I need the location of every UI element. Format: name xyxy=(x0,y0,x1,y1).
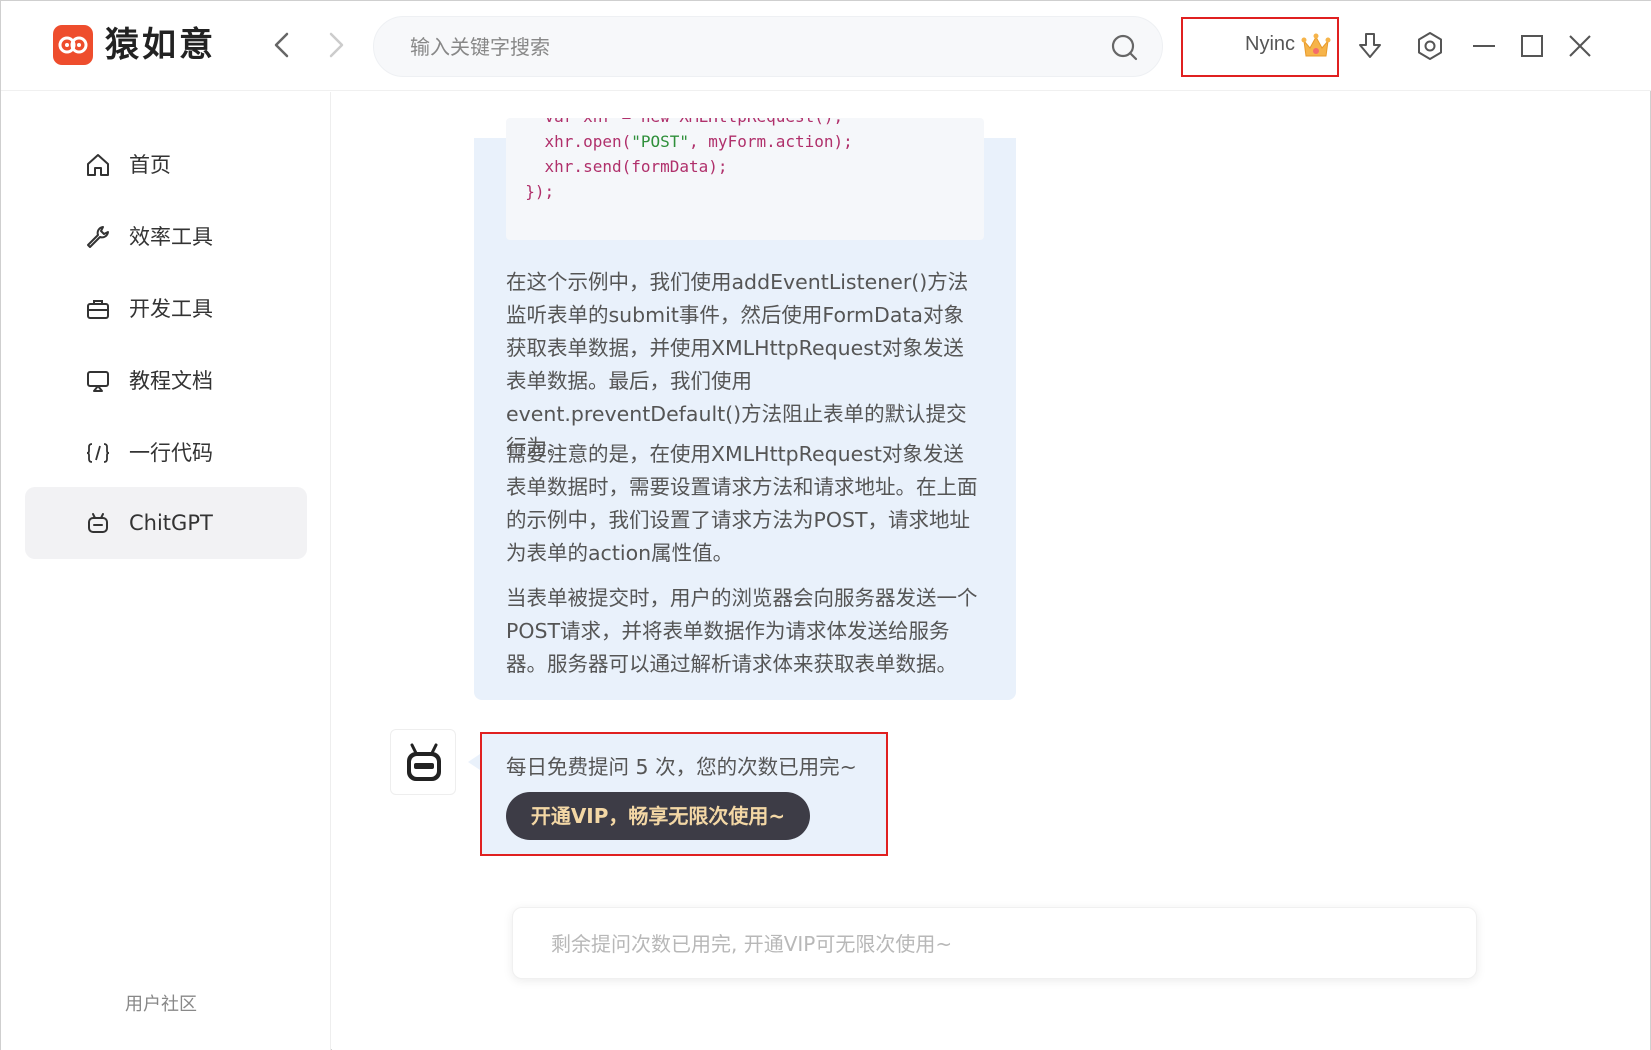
answer-paragraph: 需要注意的是，在使用XMLHttpRequest对象发送表单数据时，需要设置请求… xyxy=(506,442,978,565)
maximize-icon[interactable] xyxy=(1515,29,1549,63)
sidebar-item-chitgpt[interactable]: ChitGPT xyxy=(25,487,307,559)
back-icon[interactable] xyxy=(265,27,301,63)
robot-icon xyxy=(88,513,108,533)
chat-area: var xhr = new XMLHttpRequest(); xhr.open… xyxy=(332,92,1650,1050)
sidebar-item-dev-tools[interactable]: 开发工具 xyxy=(25,273,307,345)
sidebar-item-label: 一行代码 xyxy=(129,441,213,465)
sidebar-item-one-line-code[interactable]: 一行代码 xyxy=(25,417,307,489)
forward-icon[interactable] xyxy=(317,27,353,63)
user-name: Nyinc xyxy=(1245,33,1296,55)
settings-icon[interactable] xyxy=(1413,29,1447,63)
close-icon[interactable] xyxy=(1563,29,1597,63)
open-vip-button[interactable]: 开通VIP，畅享无限次使用~ xyxy=(506,792,810,840)
code-block: var xhr = new XMLHttpRequest(); xhr.open… xyxy=(506,118,984,240)
app-window: 猿如意 Nyinc xyxy=(0,0,1651,1050)
quota-notice-text: 每日免费提问 5 次，您的次数已用完~ xyxy=(506,755,857,779)
minimize-icon[interactable] xyxy=(1467,29,1501,63)
sidebar-item-label: 开发工具 xyxy=(129,297,213,321)
sidebar-item-label: ChitGPT xyxy=(129,511,213,535)
title-bar: 猿如意 Nyinc xyxy=(1,1,1651,91)
sidebar-item-home[interactable]: 首页 xyxy=(25,129,307,201)
code-icon xyxy=(86,443,110,463)
logo-icon xyxy=(58,36,88,54)
sidebar-item-label: 教程文档 xyxy=(129,369,213,393)
sidebar-item-label: 效率工具 xyxy=(129,225,213,249)
home-icon xyxy=(87,154,109,176)
user-profile[interactable]: Nyinc xyxy=(1181,17,1339,77)
app-name: 猿如意 xyxy=(105,25,216,65)
wrench-icon xyxy=(87,226,109,248)
answer-paragraph: 当表单被提交时，用户的浏览器会向服务器发送一个POST请求，并将表单数据作为请求… xyxy=(506,586,978,676)
bubble-pointer xyxy=(468,754,480,770)
code-line: xhr.open("POST", myForm.action); xyxy=(506,132,853,151)
code-line: var xhr = new XMLHttpRequest(); xyxy=(506,118,844,129)
sidebar-item-efficiency-tools[interactable]: 效率工具 xyxy=(25,201,307,273)
code-line: xhr.send(formData); xyxy=(506,157,728,176)
sidebar-item-label: 首页 xyxy=(129,153,171,177)
assistant-message: var xhr = new XMLHttpRequest(); xhr.open… xyxy=(474,118,1016,700)
screen-icon xyxy=(87,371,109,392)
search-bar xyxy=(373,16,1163,77)
bot-avatar xyxy=(390,729,456,795)
robot-icon xyxy=(407,743,441,781)
chat-input-box xyxy=(512,907,1477,979)
answer-paragraph: 在这个示例中，我们使用addEventListener()方法监听表单的subm… xyxy=(506,270,969,459)
crown-icon xyxy=(1301,33,1331,57)
sidebar-item-tutorials[interactable]: 教程文档 xyxy=(25,345,307,417)
quota-notice-message: 每日免费提问 5 次，您的次数已用完~ 开通VIP，畅享无限次使用~ xyxy=(480,732,888,856)
sidebar: 首页 效率工具 开发工具 教程文档 一行代码 ChitGPT 用户社区 xyxy=(1,92,331,1050)
chat-input[interactable] xyxy=(549,928,1429,960)
toolbox-icon xyxy=(87,300,109,319)
download-icon[interactable] xyxy=(1353,29,1387,63)
code-line: }); xyxy=(506,182,555,201)
search-icon[interactable] xyxy=(1108,31,1140,63)
search-input[interactable] xyxy=(408,31,1088,63)
app-logo xyxy=(53,25,93,65)
user-community-link[interactable]: 用户社区 xyxy=(125,990,197,1016)
